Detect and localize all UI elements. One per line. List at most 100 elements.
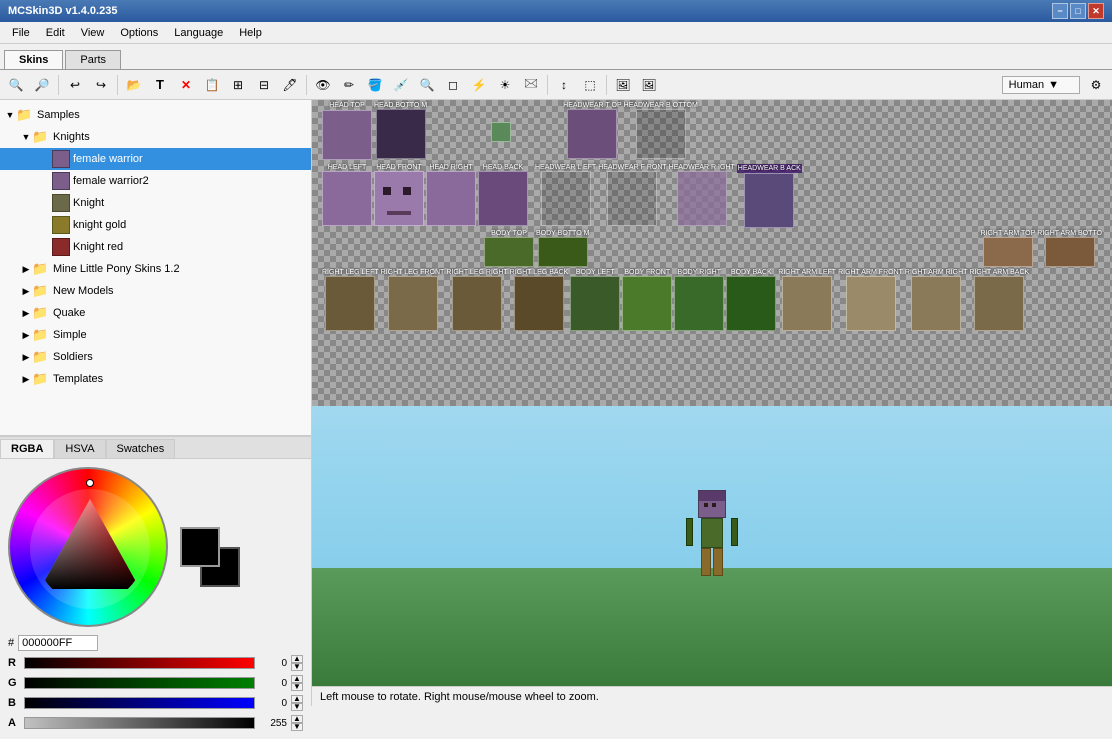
skin-part-right-arm-front[interactable]: RIGHT ARM FRONT bbox=[838, 269, 903, 331]
maximize-button[interactable]: □ bbox=[1070, 3, 1086, 19]
spin-up-a[interactable]: ▲ bbox=[291, 715, 303, 723]
tree-node-simple[interactable]: ▶ 📁 Simple bbox=[0, 324, 311, 346]
tree-node-soldiers[interactable]: ▶ 📁 Soldiers bbox=[0, 346, 311, 368]
view-3d[interactable] bbox=[312, 406, 1112, 686]
noise-button[interactable]: ⚡ bbox=[467, 73, 491, 97]
view2-button[interactable]: 🖼 bbox=[637, 73, 661, 97]
skin-part-right-leg-back[interactable]: RIGHT LEG BACK bbox=[510, 269, 569, 331]
skin-part-head-back[interactable]: HEAD BACK bbox=[478, 164, 528, 228]
skin-part-head-bottom[interactable]: HEAD BOTTO M bbox=[374, 102, 427, 159]
skin-part-headwear-back[interactable]: HEADWEAR B ACK bbox=[737, 164, 802, 228]
flip-button[interactable]: ⬚ bbox=[578, 73, 602, 97]
tree-node-knight-red[interactable]: Knight red bbox=[0, 236, 311, 258]
menu-view[interactable]: View bbox=[73, 25, 113, 41]
eye-button[interactable]: 👁 bbox=[311, 73, 335, 97]
foreground-color-box[interactable] bbox=[180, 527, 220, 567]
delete-button[interactable]: ✕ bbox=[174, 73, 198, 97]
redo-button[interactable]: ↪ bbox=[89, 73, 113, 97]
skin-part-head-front[interactable]: HEAD FRONT bbox=[374, 164, 424, 228]
skin-part-right-arm-bottom[interactable]: RIGHT ARM BOTTO bbox=[1037, 230, 1102, 267]
search-btn[interactable]: 🔍 bbox=[415, 73, 439, 97]
brightness-button[interactable]: ☀ bbox=[493, 73, 517, 97]
tree-node-samples[interactable]: ▼ 📁 Samples bbox=[0, 104, 311, 126]
skin-part-body-front[interactable]: BODY FRONT bbox=[622, 269, 672, 331]
hex-input[interactable] bbox=[18, 635, 98, 651]
tab-skins[interactable]: Skins bbox=[4, 50, 63, 69]
tree-node-new-models[interactable]: ▶ 📁 New Models bbox=[0, 280, 311, 302]
color-wheel-container[interactable] bbox=[8, 467, 168, 627]
spin-down-g[interactable]: ▼ bbox=[291, 683, 303, 691]
color-content: # R 0 ▲ ▼ G bbox=[0, 459, 311, 739]
color-tab-hsva[interactable]: HSVA bbox=[54, 439, 105, 458]
dropper-button[interactable]: 💉 bbox=[389, 73, 413, 97]
view-button[interactable]: 🖼 bbox=[611, 73, 635, 97]
settings-button[interactable]: ⚙ bbox=[1084, 73, 1108, 97]
color-tab-swatches[interactable]: Swatches bbox=[106, 439, 176, 458]
spin-down-b[interactable]: ▼ bbox=[291, 703, 303, 711]
tree-node-knights[interactable]: ▼ 📁 Knights bbox=[0, 126, 311, 148]
zoom-out-button[interactable]: 🔎 bbox=[30, 73, 54, 97]
skin-part-head-left[interactable]: HEAD LEFT bbox=[322, 164, 372, 228]
skin-part-body-left[interactable]: BODY LEFT bbox=[570, 269, 620, 331]
skin-part-right-leg-right[interactable]: RIGHT LEG RIGHT bbox=[446, 269, 507, 331]
skin-part-right-arm-top[interactable]: RIGHT ARM TOP bbox=[980, 230, 1035, 267]
slider-track-b[interactable] bbox=[24, 697, 255, 709]
skin-part-head-right[interactable]: HEAD RIGHT bbox=[426, 164, 476, 228]
tree-node-female-warrior2[interactable]: female warrior2 bbox=[0, 170, 311, 192]
skin-part-body-bottom[interactable]: BODY BOTTO M bbox=[536, 230, 589, 267]
undo-button[interactable]: ↩ bbox=[63, 73, 87, 97]
skin-part-headwear-right[interactable]: HEADWEAR R IGHT bbox=[669, 164, 735, 228]
stamp-button[interactable]: 🖂 bbox=[519, 73, 543, 97]
spin-down-r[interactable]: ▼ bbox=[291, 663, 303, 671]
skin-part-headwear-top[interactable]: HEADWEAR T OP bbox=[563, 102, 621, 159]
minimize-button[interactable]: − bbox=[1052, 3, 1068, 19]
tree-view[interactable]: ▼ 📁 Samples ▼ 📁 Knights female warrior bbox=[0, 100, 311, 436]
tree-node-female-warrior[interactable]: female warrior bbox=[0, 148, 311, 170]
skin-part-right-arm-right[interactable]: RIGHT ARM RIGHT bbox=[905, 269, 967, 331]
skin-part-body-back[interactable]: BODY BACK bbox=[726, 269, 776, 331]
skin-part-body-top[interactable]: BODY TOP bbox=[484, 230, 534, 267]
tree-node-quake[interactable]: ▶ 📁 Quake bbox=[0, 302, 311, 324]
tree-node-knight[interactable]: Knight bbox=[0, 192, 311, 214]
paint-button[interactable]: 🖊 bbox=[278, 73, 302, 97]
spin-down-a[interactable]: ▼ bbox=[291, 723, 303, 731]
menu-edit[interactable]: Edit bbox=[38, 25, 73, 41]
skin-part-right-arm-left[interactable]: RIGHT ARM LEFT bbox=[778, 269, 836, 331]
skin-part-headwear-bottom[interactable]: HEADWEAR B OTTOM bbox=[624, 102, 698, 159]
pencil-button[interactable]: ✏ bbox=[337, 73, 361, 97]
tree-node-templates[interactable]: ▶ 📁 Templates bbox=[0, 368, 311, 390]
tree-label-knight-red: Knight red bbox=[73, 241, 123, 253]
human-dropdown[interactable]: Human ▼ bbox=[1002, 76, 1080, 94]
skin-part-right-leg-front[interactable]: RIGHT LEG FRONT bbox=[381, 269, 445, 331]
rotate-button[interactable]: ↕ bbox=[552, 73, 576, 97]
skin-part-headwear-front[interactable]: HEADWEAR F RONT bbox=[598, 164, 666, 228]
copy-button[interactable]: 📋 bbox=[200, 73, 224, 97]
skin-part-headwear-left[interactable]: HEADWEAR L EFT bbox=[535, 164, 596, 228]
tab-parts[interactable]: Parts bbox=[65, 50, 121, 69]
slider-track-g[interactable] bbox=[24, 677, 255, 689]
grid2-button[interactable]: ⊟ bbox=[252, 73, 276, 97]
eraser-button[interactable]: ◻ bbox=[441, 73, 465, 97]
skin-editor-area[interactable]: HEAD TOP HEAD BOTTO M bbox=[312, 100, 1112, 406]
color-tab-rgba[interactable]: RGBA bbox=[0, 439, 54, 458]
skin-part-right-arm-back[interactable]: RIGHT ARM BACK bbox=[969, 269, 1029, 331]
menu-file[interactable]: File bbox=[4, 25, 38, 41]
menu-language[interactable]: Language bbox=[166, 25, 231, 41]
character-head bbox=[698, 490, 726, 518]
close-button[interactable]: ✕ bbox=[1088, 3, 1104, 19]
skin-part-body-right[interactable]: BODY RIGHT bbox=[674, 269, 724, 331]
text-tool-button[interactable]: T bbox=[148, 73, 172, 97]
zoom-in-button[interactable]: 🔍 bbox=[4, 73, 28, 97]
menu-help[interactable]: Help bbox=[231, 25, 270, 41]
skin-part-right-leg-left[interactable]: RIGHT LEG LEFT bbox=[322, 269, 379, 331]
slider-track-r[interactable] bbox=[24, 657, 255, 669]
slider-track-a[interactable] bbox=[24, 717, 255, 729]
grid-button[interactable]: ⊞ bbox=[226, 73, 250, 97]
tree-node-knight-gold[interactable]: knight gold bbox=[0, 214, 311, 236]
tree-node-mine-little-pony[interactable]: ▶ 📁 Mine Little Pony Skins 1.2 bbox=[0, 258, 311, 280]
character-hair bbox=[699, 491, 725, 501]
skin-part-head-top[interactable]: HEAD TOP bbox=[322, 102, 372, 160]
open-button[interactable]: 📂 bbox=[122, 73, 146, 97]
menu-options[interactable]: Options bbox=[112, 25, 166, 41]
fill-button[interactable]: 🪣 bbox=[363, 73, 387, 97]
